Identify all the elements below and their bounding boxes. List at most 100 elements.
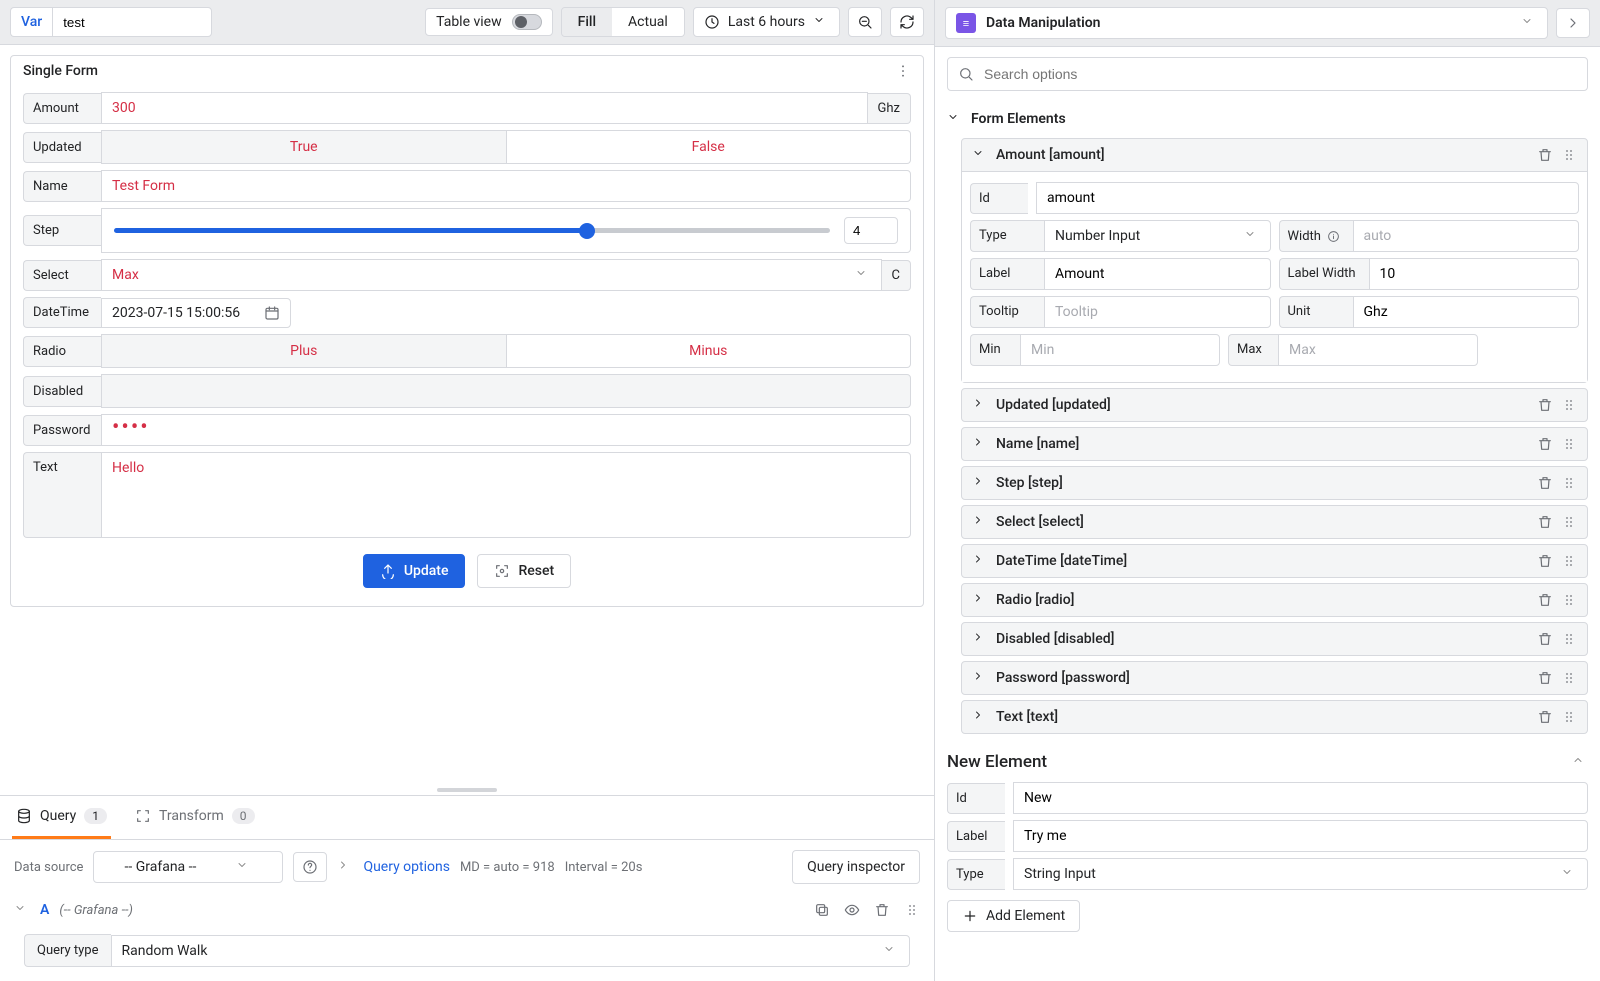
drag-handle-icon[interactable]: [1561, 592, 1577, 608]
table-view-toggle[interactable]: Table view: [425, 8, 553, 36]
select-value: Max: [112, 267, 139, 283]
switch-icon[interactable]: [512, 14, 542, 30]
elem-tooltip-input[interactable]: [1044, 296, 1271, 328]
search-input[interactable]: [982, 65, 1577, 83]
var-input[interactable]: [52, 7, 212, 37]
chevron-right-icon: [972, 631, 988, 647]
add-element-button[interactable]: Add Element: [947, 900, 1080, 932]
new-label-input[interactable]: [1013, 820, 1588, 852]
name-label: Name: [23, 171, 101, 202]
elem-labelwidth-input[interactable]: [1369, 258, 1580, 290]
calendar-icon[interactable]: [264, 305, 280, 321]
datasource-help-button[interactable]: [293, 852, 327, 882]
select-dropdown[interactable]: Max: [101, 259, 882, 291]
elem-head[interactable]: Radio [radio]: [962, 584, 1587, 616]
search-options[interactable]: [947, 57, 1588, 91]
chevron-down-icon: [883, 943, 899, 959]
drag-handle-icon[interactable]: [1561, 397, 1577, 413]
name-input[interactable]: [101, 170, 911, 202]
trash-icon[interactable]: [1537, 631, 1553, 647]
elem-head[interactable]: DateTime [dateTime]: [962, 545, 1587, 577]
section-form-elements[interactable]: Form Elements: [947, 105, 1588, 133]
reset-button[interactable]: Reset: [477, 554, 571, 588]
datasource-select[interactable]: -- Grafana --: [93, 851, 283, 883]
chevron-down-icon: [947, 111, 963, 127]
updated-true[interactable]: True: [101, 130, 507, 164]
eye-icon[interactable]: [844, 902, 860, 918]
trash-icon[interactable]: [1537, 475, 1553, 491]
new-id-input[interactable]: [1013, 782, 1588, 814]
elem-title: Select [select]: [996, 514, 1084, 530]
elem-min-label: Min: [970, 334, 1020, 366]
query-options-link[interactable]: Query options: [363, 859, 450, 875]
drag-handle-icon[interactable]: [1561, 631, 1577, 647]
side-expand-button[interactable]: [1556, 8, 1590, 38]
query-type-select[interactable]: Random Walk: [111, 935, 911, 967]
panel-menu-icon[interactable]: [895, 63, 911, 79]
trash-icon[interactable]: [1537, 670, 1553, 686]
chevron-right-icon: [972, 709, 988, 725]
datetime-input[interactable]: 2023-07-15 15:00:56: [101, 298, 291, 328]
chevron-down-icon[interactable]: [14, 902, 30, 918]
drag-handle-icon[interactable]: [1561, 436, 1577, 452]
step-slider[interactable]: [101, 208, 911, 253]
text-textarea[interactable]: [101, 452, 911, 538]
updated-false[interactable]: False: [507, 130, 912, 164]
drag-handle-icon[interactable]: [1561, 147, 1577, 163]
query-letter[interactable]: A: [40, 902, 49, 918]
drag-handle-icon[interactable]: [1561, 670, 1577, 686]
radio-plus[interactable]: Plus: [101, 334, 507, 368]
elem-head[interactable]: Disabled [disabled]: [962, 623, 1587, 655]
drag-handle-icon[interactable]: [1561, 553, 1577, 569]
trash-icon[interactable]: [1537, 147, 1553, 163]
elem-id-input[interactable]: [1036, 182, 1579, 214]
time-range-picker[interactable]: Last 6 hours: [693, 7, 840, 37]
elem-min-input[interactable]: [1020, 334, 1220, 366]
elem-max-input[interactable]: [1278, 334, 1478, 366]
actual-option[interactable]: Actual: [612, 8, 684, 36]
drag-handle-icon[interactable]: [1561, 475, 1577, 491]
plugin-picker[interactable]: ≡ Data Manipulation: [945, 7, 1548, 39]
chevron-down-icon: [236, 859, 252, 875]
elem-type-select[interactable]: Number Input: [1044, 220, 1271, 252]
step-value-input[interactable]: [844, 217, 898, 244]
tab-transform[interactable]: Transform 0: [131, 796, 259, 839]
query-inspector-button[interactable]: Query inspector: [792, 850, 920, 884]
resize-handle[interactable]: [0, 785, 934, 795]
elem-head[interactable]: Password [password]: [962, 662, 1587, 694]
trash-icon[interactable]: [874, 902, 890, 918]
elem-head[interactable]: Name [name]: [962, 428, 1587, 460]
duplicate-icon[interactable]: [814, 902, 830, 918]
fill-option[interactable]: Fill: [562, 8, 612, 36]
zoom-out-button[interactable]: [848, 7, 882, 37]
trash-icon[interactable]: [1537, 514, 1553, 530]
trash-icon[interactable]: [1537, 436, 1553, 452]
elem-head[interactable]: Select [select]: [962, 506, 1587, 538]
elem-width-input[interactable]: [1353, 220, 1580, 252]
trash-icon[interactable]: [1537, 397, 1553, 413]
radio-minus[interactable]: Minus: [507, 334, 912, 368]
tab-query[interactable]: Query 1: [12, 796, 111, 839]
fill-actual-segment[interactable]: Fill Actual: [561, 7, 685, 37]
elem-head[interactable]: Updated [updated]: [962, 389, 1587, 421]
refresh-button[interactable]: [890, 7, 924, 37]
chevron-up-icon[interactable]: [1572, 754, 1588, 770]
elem-head[interactable]: Text [text]: [962, 701, 1587, 733]
chevron-right-icon[interactable]: [337, 859, 353, 875]
drag-handle-icon[interactable]: [1561, 709, 1577, 725]
password-input[interactable]: ••••: [101, 414, 911, 446]
datetime-value: 2023-07-15 15:00:56: [112, 305, 240, 321]
elem-amount-head[interactable]: Amount [amount]: [962, 139, 1587, 171]
trash-icon[interactable]: [1537, 592, 1553, 608]
drag-handle-icon[interactable]: [904, 902, 920, 918]
update-button[interactable]: Update: [363, 554, 466, 588]
drag-handle-icon[interactable]: [1561, 514, 1577, 530]
elem-head[interactable]: Step [step]: [962, 467, 1587, 499]
trash-icon[interactable]: [1537, 553, 1553, 569]
new-type-select[interactable]: String Input: [1013, 858, 1588, 890]
elem-unit-input[interactable]: [1353, 296, 1580, 328]
elem-label-input[interactable]: [1044, 258, 1271, 290]
disabled-input: [101, 374, 911, 408]
trash-icon[interactable]: [1537, 709, 1553, 725]
amount-input[interactable]: [101, 92, 868, 124]
